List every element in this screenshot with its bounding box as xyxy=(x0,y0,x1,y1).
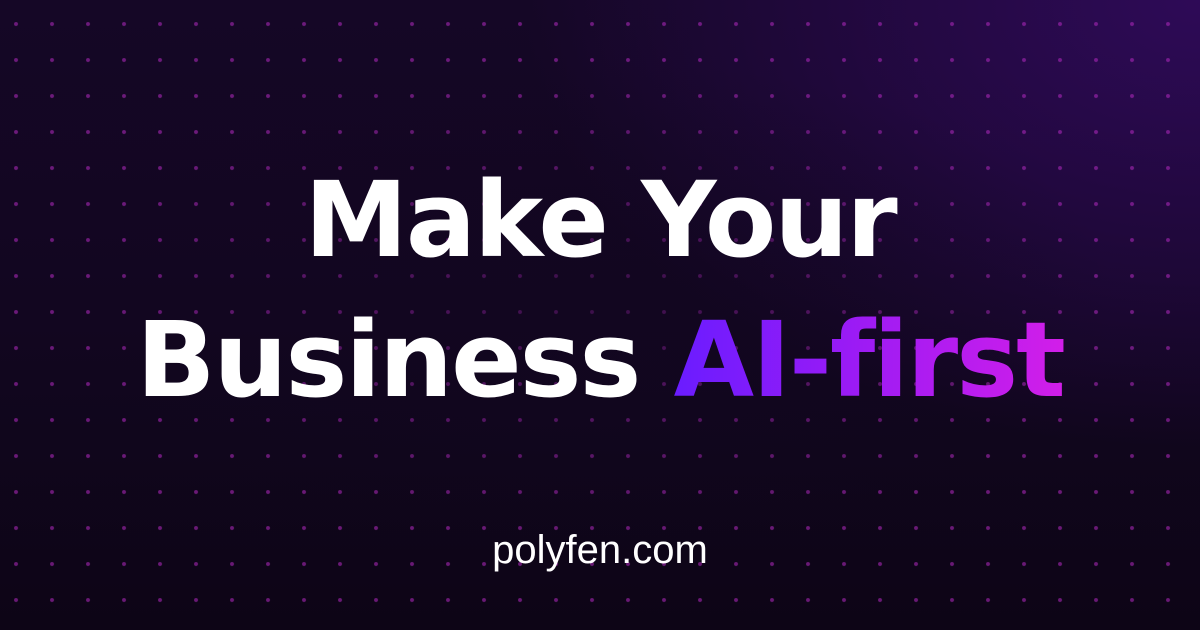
headline-line-2: Business AI-first xyxy=(0,290,1200,430)
headline: Make Your Business AI-first xyxy=(0,150,1200,430)
banner: Make Your Business AI-first polyfen.com xyxy=(0,0,1200,630)
headline-line-1: Make Your xyxy=(304,159,897,281)
headline-prefix: Business xyxy=(136,299,641,421)
headline-accent: AI-first xyxy=(673,299,1066,421)
site-domain: polyfen.com xyxy=(492,528,708,572)
